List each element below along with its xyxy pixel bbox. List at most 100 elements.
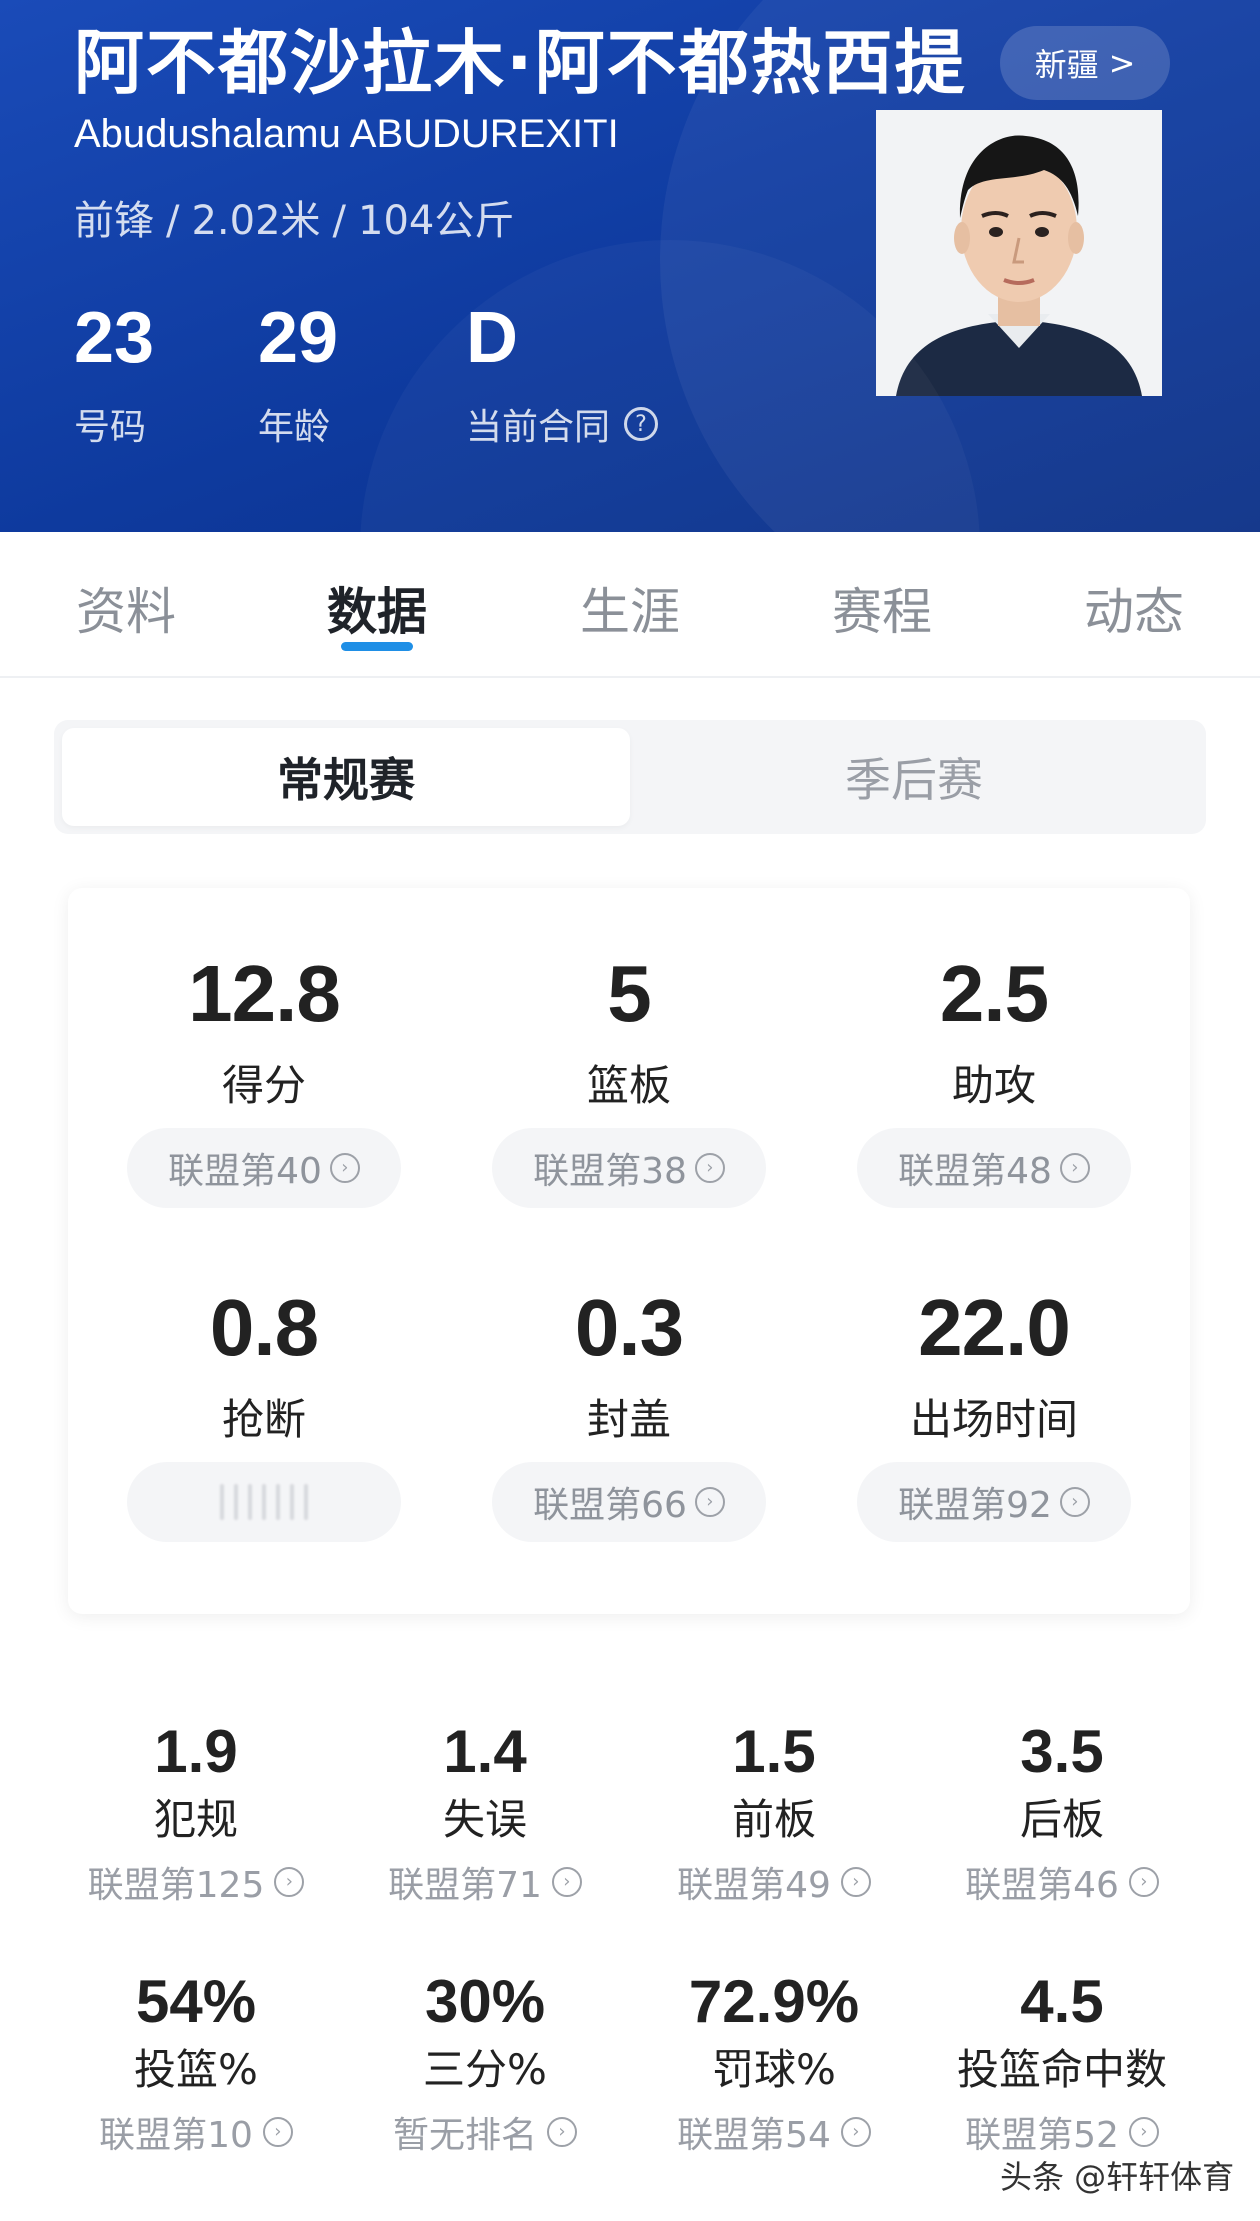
stat-value: 2.5 bbox=[939, 949, 1049, 1038]
stat-minutes: 22.0 出场时间 联盟第92 › bbox=[844, 1280, 1144, 1542]
main-stats-card: 12.8 得分 联盟第40 › 5 篮板 联盟第38 › 2.5 助攻 联盟第4… bbox=[68, 888, 1190, 1614]
contract-label: 当前合同 bbox=[466, 407, 611, 448]
chevron-right-icon: › bbox=[274, 1867, 305, 1897]
age-value: 29 bbox=[258, 298, 339, 378]
stat-value: 3.5 bbox=[1020, 1718, 1104, 1785]
stat-value: 12.8 bbox=[188, 949, 341, 1038]
player-position: 前锋 bbox=[74, 198, 154, 244]
player-photo bbox=[876, 110, 1162, 396]
rank-link[interactable]: 联盟第125 › bbox=[51, 1856, 341, 1908]
chevron-right-icon: › bbox=[694, 1153, 725, 1183]
help-icon[interactable]: ? bbox=[624, 407, 659, 441]
stat-value: 1.5 bbox=[732, 1718, 816, 1785]
header-stat-contract: D 当前合同 ? bbox=[466, 296, 659, 450]
active-tab-indicator bbox=[341, 642, 413, 651]
rank-link[interactable]: 联盟第10 › bbox=[51, 2106, 341, 2158]
tab-bar: 资料 数据 生涯 赛程 动态 bbox=[0, 532, 1260, 678]
jersey-number-value: 23 bbox=[74, 298, 155, 378]
tab-schedule[interactable]: 赛程 bbox=[792, 572, 972, 644]
player-header: 阿不都沙拉木·阿不都热西提 新疆 > Abudushalamu ABUDUREX… bbox=[0, 0, 1260, 532]
rank-button[interactable]: 联盟第66 › bbox=[492, 1462, 766, 1542]
chevron-right-icon: › bbox=[262, 2117, 293, 2147]
stat-fouls: 1.9 犯规 联盟第125 › bbox=[51, 1716, 341, 1908]
chevron-right-icon: › bbox=[329, 1153, 360, 1183]
stat-value: 4.5 bbox=[1020, 1968, 1104, 2035]
chevron-right-icon: › bbox=[840, 2117, 871, 2147]
stat-ft-pct: 72.9% 罚球% 联盟第54 › bbox=[629, 1966, 919, 2158]
player-portrait-image bbox=[876, 110, 1162, 396]
stat-rebounds: 5 篮板 联盟第38 › bbox=[479, 946, 779, 1208]
rank-button[interactable]: 联盟第40 › bbox=[127, 1128, 401, 1208]
season-switch: 常规赛 季后赛 bbox=[54, 720, 1206, 834]
stat-value: 1.4 bbox=[443, 1718, 527, 1785]
blurred-rank-placeholder bbox=[220, 1484, 308, 1520]
chevron-right-icon: › bbox=[547, 2117, 577, 2147]
rank-link[interactable]: 暂无排名 › bbox=[340, 2106, 630, 2158]
rank-text: 联盟第40 bbox=[168, 1151, 322, 1192]
age-label: 年龄 bbox=[258, 407, 331, 448]
stat-label: 失误 bbox=[442, 1795, 527, 1844]
stat-value: 5 bbox=[607, 949, 652, 1038]
rank-text: 联盟第49 bbox=[677, 1865, 831, 1906]
stat-label: 前板 bbox=[731, 1795, 816, 1844]
rank-button[interactable] bbox=[127, 1462, 401, 1542]
stat-assists: 2.5 助攻 联盟第48 › bbox=[844, 946, 1144, 1208]
stat-label: 封盖 bbox=[586, 1395, 671, 1444]
stat-value: 22.0 bbox=[918, 1283, 1071, 1372]
rank-button[interactable]: 联盟第92 › bbox=[857, 1462, 1131, 1542]
tab-profile[interactable]: 资料 bbox=[36, 572, 216, 644]
stat-label: 犯规 bbox=[153, 1795, 238, 1844]
rank-text: 联盟第54 bbox=[677, 2115, 831, 2156]
chevron-right-icon: › bbox=[1128, 2117, 1159, 2147]
stat-value: 1.9 bbox=[154, 1718, 238, 1785]
team-link-button[interactable]: 新疆 > bbox=[1000, 26, 1170, 100]
chevron-right-icon: › bbox=[694, 1487, 725, 1517]
chevron-right-icon: › bbox=[1059, 1153, 1090, 1183]
player-height: 2.02米 bbox=[191, 198, 321, 244]
rank-text: 暂无排名 bbox=[392, 2115, 537, 2156]
player-bio: 前锋/2.02米/104公斤 bbox=[74, 198, 515, 244]
rank-link[interactable]: 联盟第49 › bbox=[629, 1856, 919, 1908]
stat-3pt-pct: 30% 三分% 暂无排名 › bbox=[340, 1966, 630, 2158]
rank-text: 联盟第92 bbox=[898, 1485, 1052, 1526]
stat-defensive-rebounds: 3.5 后板 联盟第46 › bbox=[917, 1716, 1207, 1908]
stat-value: 54% bbox=[135, 1968, 257, 2035]
rank-button[interactable]: 联盟第38 › bbox=[492, 1128, 766, 1208]
tab-stats[interactable]: 数据 bbox=[287, 572, 467, 644]
rank-link[interactable]: 联盟第71 › bbox=[340, 1856, 630, 1908]
player-name-cn: 阿不都沙拉木·阿不都热西提 bbox=[74, 22, 967, 104]
tab-news[interactable]: 动态 bbox=[1044, 572, 1224, 644]
rank-text: 联盟第46 bbox=[965, 1865, 1119, 1906]
tab-career[interactable]: 生涯 bbox=[540, 572, 720, 644]
rank-link[interactable]: 联盟第54 › bbox=[629, 2106, 919, 2158]
stat-value: 0.8 bbox=[209, 1283, 319, 1372]
team-name: 新疆 bbox=[1034, 46, 1099, 84]
rank-text: 联盟第10 bbox=[99, 2115, 253, 2156]
rank-text: 联盟第71 bbox=[388, 1865, 542, 1906]
rank-link[interactable]: 联盟第46 › bbox=[917, 1856, 1207, 1908]
stat-label: 助攻 bbox=[951, 1061, 1036, 1110]
stat-label: 三分% bbox=[423, 2045, 547, 2094]
rank-text: 联盟第125 bbox=[87, 1865, 265, 1906]
regular-season-button[interactable]: 常规赛 bbox=[62, 728, 630, 826]
stat-label: 投篮% bbox=[134, 2045, 258, 2094]
rank-text: 联盟第66 bbox=[533, 1485, 687, 1526]
playoffs-button[interactable]: 季后赛 bbox=[630, 728, 1198, 826]
chevron-right-icon: › bbox=[1128, 1867, 1159, 1897]
chevron-right-icon: › bbox=[840, 1867, 871, 1897]
stat-value: 30% bbox=[424, 1968, 546, 2035]
stat-value: 72.9% bbox=[688, 1968, 860, 2035]
player-name-en: Abudushalamu ABUDUREXITI bbox=[74, 112, 619, 156]
stat-label: 投篮命中数 bbox=[956, 2045, 1167, 2094]
chevron-right-icon: › bbox=[1059, 1487, 1090, 1517]
rank-button[interactable]: 联盟第48 › bbox=[857, 1128, 1131, 1208]
stat-turnovers: 1.4 失误 联盟第71 › bbox=[340, 1716, 630, 1908]
rank-text: 联盟第38 bbox=[533, 1151, 687, 1192]
stat-label: 抢断 bbox=[221, 1395, 306, 1444]
header-stat-number: 23 号码 bbox=[74, 296, 154, 450]
stat-offensive-rebounds: 1.5 前板 联盟第49 › bbox=[629, 1716, 919, 1908]
stat-label: 后板 bbox=[1019, 1795, 1104, 1844]
stat-label: 出场时间 bbox=[909, 1395, 1078, 1444]
stat-label: 罚球% bbox=[712, 2045, 836, 2094]
player-weight: 104公斤 bbox=[358, 198, 515, 244]
